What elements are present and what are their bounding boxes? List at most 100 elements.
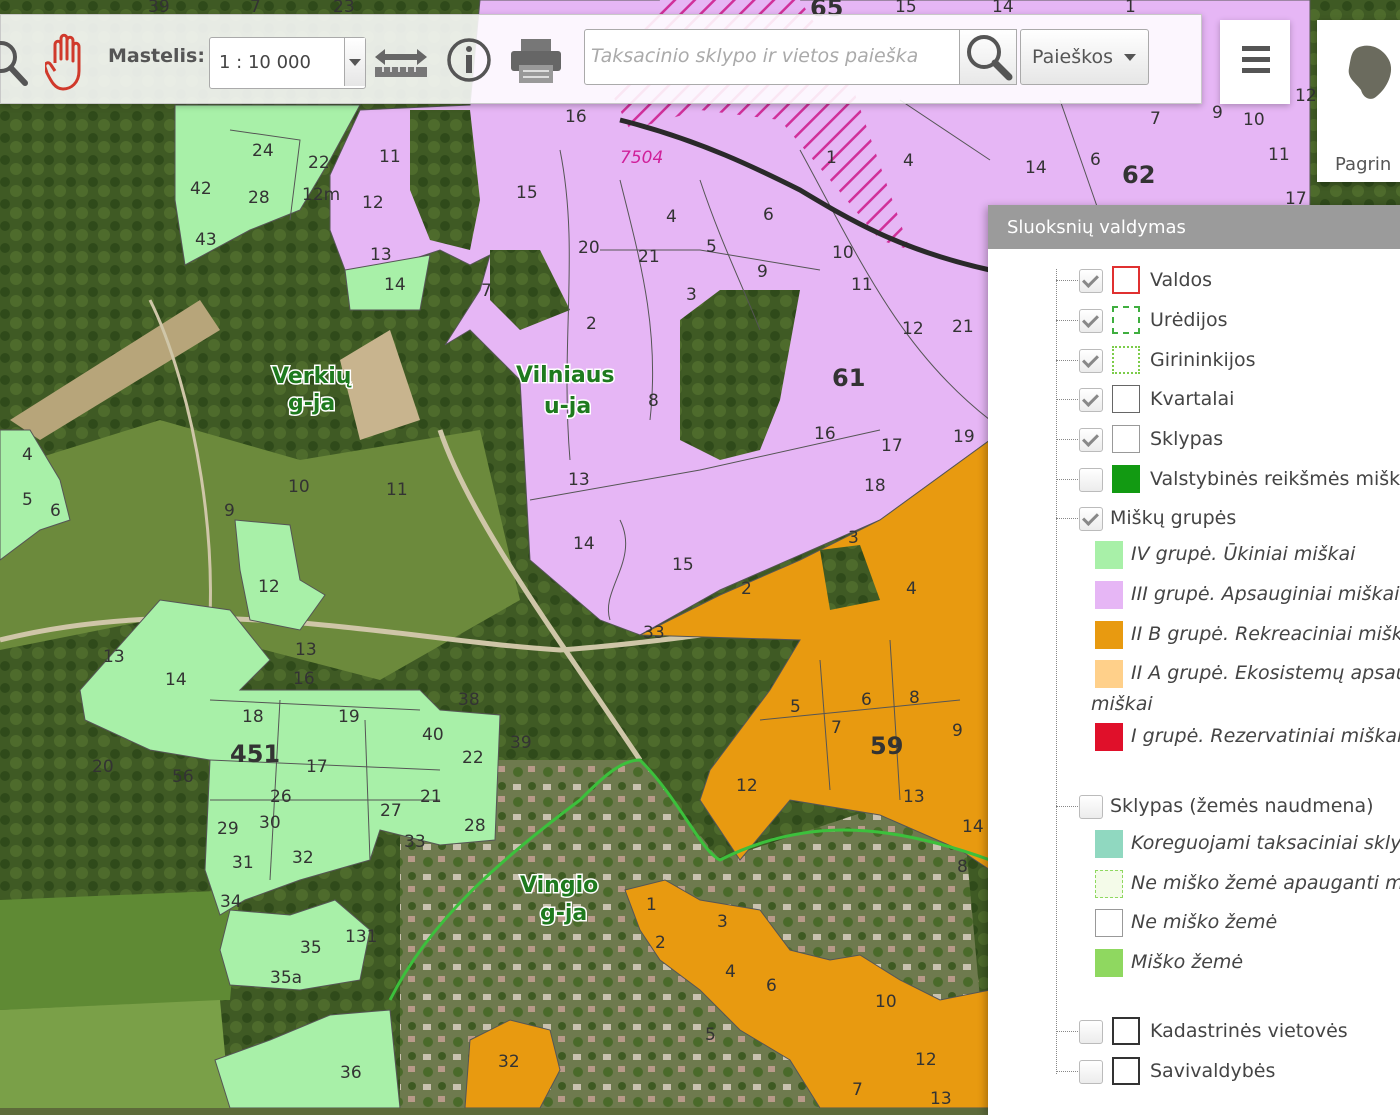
layer-checkbox[interactable] [1079, 269, 1103, 293]
tree-connector [1056, 399, 1078, 400]
layer-checkbox[interactable] [1079, 507, 1103, 531]
svg-text:42: 42 [190, 179, 212, 199]
svg-text:9: 9 [224, 501, 235, 521]
legend-swatch [1095, 870, 1123, 898]
svg-text:7: 7 [831, 718, 842, 738]
svg-text:33: 33 [404, 832, 426, 852]
layer-checkbox[interactable] [1079, 388, 1103, 412]
svg-text:19: 19 [953, 427, 975, 447]
layer-row-sklypas[interactable]: Sklypas [988, 422, 1400, 458]
field [0, 1000, 230, 1108]
layer-row-kvartalai[interactable]: Kvartalai [988, 382, 1400, 418]
svg-text:5: 5 [22, 490, 33, 510]
svg-text:2: 2 [586, 314, 597, 334]
svg-text:14: 14 [165, 670, 187, 690]
svg-text:8: 8 [957, 857, 968, 877]
legend-item-misko-zeme: Miško žemė [988, 945, 1400, 981]
layer-row-girininkijos[interactable]: Girininkijos [988, 343, 1400, 379]
svg-text:12: 12 [902, 319, 924, 339]
svg-text:9: 9 [1212, 103, 1223, 123]
girininkijos-swatch-icon [1112, 346, 1140, 374]
legend-swatch [1095, 723, 1123, 751]
menu-button[interactable] [1220, 20, 1290, 104]
chevron-down-icon[interactable] [344, 38, 365, 86]
svg-text:13: 13 [103, 647, 125, 667]
svg-text:14: 14 [573, 534, 595, 554]
svg-text:13: 13 [295, 640, 317, 660]
svg-text:13: 13 [903, 787, 925, 807]
svg-text:3: 3 [686, 285, 697, 305]
savivaldybes-swatch-icon [1112, 1057, 1140, 1085]
map-label-vilniaus-uja: u-ja [544, 394, 591, 419]
svg-text:27: 27 [380, 801, 402, 821]
layer-row-valdos[interactable]: Valdos [988, 263, 1400, 299]
legend-label: Koreguojami taksaciniai sklypai [1131, 832, 1400, 854]
legend-item-apauganti: Ne miško žemė apauganti mišku [988, 866, 1400, 902]
svg-text:1: 1 [826, 148, 837, 168]
home-overview-panel[interactable]: Pagrin [1317, 20, 1400, 182]
info-icon[interactable] [446, 37, 492, 88]
svg-text:19: 19 [338, 707, 360, 727]
svg-text:24: 24 [252, 141, 274, 161]
svg-text:2: 2 [741, 579, 752, 599]
svg-text:3: 3 [848, 528, 859, 548]
layer-label: Valdos [1150, 269, 1213, 291]
tree-connector [1056, 1071, 1078, 1072]
svg-text:31: 31 [232, 853, 254, 873]
svg-text:43: 43 [195, 230, 217, 250]
scale-select[interactable]: 1 : 10 000 [209, 37, 366, 89]
uredijos-swatch-icon [1112, 306, 1140, 334]
layer-row-sklypas-naudmena[interactable]: Sklypas (žemės naudmena) [988, 789, 1400, 825]
quarter-number: 61 [832, 364, 865, 392]
svg-text:34: 34 [220, 892, 242, 912]
zoom-icon[interactable] [0, 37, 31, 94]
map-toolbar: Mastelis: 1 : 10 000 Taksacinio sklypo i… [0, 14, 1202, 104]
searches-label: Paieškos [1032, 46, 1113, 68]
layer-label: Miškų grupės [1110, 507, 1237, 529]
svg-text:32: 32 [292, 848, 314, 868]
layer-row-savivaldybes[interactable]: Savivaldybės [988, 1054, 1400, 1090]
svg-text:5: 5 [705, 1025, 716, 1045]
layer-checkbox[interactable] [1079, 1020, 1103, 1044]
legend-label: Miško žemė [1131, 951, 1244, 973]
measure-ruler-icon[interactable] [373, 45, 429, 84]
layer-checkbox[interactable] [1079, 349, 1103, 373]
svg-text:1: 1 [646, 895, 657, 915]
svg-text:15: 15 [672, 555, 694, 575]
pan-hand-icon[interactable] [43, 33, 93, 96]
svg-text:20: 20 [92, 757, 114, 777]
layer-checkbox[interactable] [1079, 468, 1103, 492]
layer-row-uredijos[interactable]: Urėdijos [988, 303, 1400, 339]
map-label-vilniaus: Vilniaus [516, 363, 615, 388]
searches-dropdown-button[interactable]: Paieškos [1020, 29, 1149, 85]
search-input[interactable]: Taksacinio sklypo ir vietos paieška [584, 29, 962, 85]
layer-label: Sklypas (žemės naudmena) [1110, 795, 1374, 817]
tree-connector [1056, 439, 1078, 440]
layer-checkbox[interactable] [1079, 309, 1103, 333]
svg-text:16: 16 [565, 107, 587, 127]
layer-checkbox[interactable] [1079, 795, 1103, 819]
svg-text:6: 6 [1090, 150, 1101, 170]
legend-label: II B grupė. Rekreaciniai miškai [1131, 623, 1400, 645]
legend-label: Ne miško žemė [1131, 911, 1278, 933]
legend-item-group-iib: II B grupė. Rekreaciniai miškai [988, 617, 1400, 653]
svg-text:4: 4 [666, 207, 677, 227]
search-button[interactable] [959, 29, 1017, 85]
svg-text:21: 21 [420, 787, 442, 807]
svg-text:21: 21 [952, 317, 974, 337]
svg-text:8: 8 [909, 688, 920, 708]
kadastrines-swatch-icon [1112, 1017, 1140, 1045]
svg-text:2: 2 [655, 933, 666, 953]
layer-row-misku-grupes[interactable]: Miškų grupės [988, 501, 1400, 537]
layer-checkbox[interactable] [1079, 1060, 1103, 1084]
svg-text:6: 6 [50, 501, 61, 521]
svg-text:32: 32 [498, 1052, 520, 1072]
layer-row-kadastrines[interactable]: Kadastrinės vietovės [988, 1014, 1400, 1050]
map-label-verkiu: Verkių [272, 364, 352, 389]
svg-text:11: 11 [1268, 145, 1290, 165]
layers-panel-header[interactable]: Sluoksnių valdymas [988, 205, 1400, 249]
print-icon[interactable] [509, 37, 563, 90]
svg-text:4: 4 [725, 962, 736, 982]
layer-row-valstybines[interactable]: Valstybinės reikšmės miškai [988, 462, 1400, 498]
layer-checkbox[interactable] [1079, 428, 1103, 452]
